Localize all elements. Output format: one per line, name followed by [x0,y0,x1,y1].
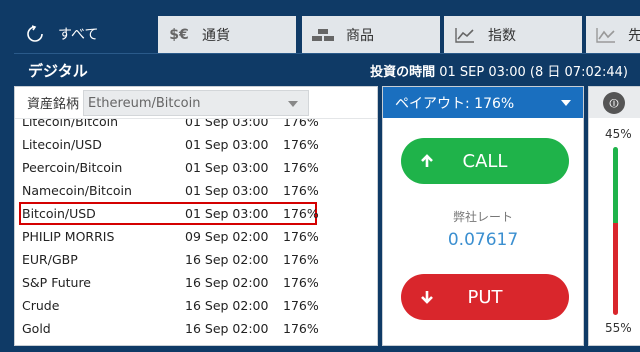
arrow-up-icon [417,153,437,169]
payout-label: ペイアウト: 176% [395,95,515,112]
asset-row[interactable]: Litecoin/Bitcoin 01 Sep 03:00 176% [15,118,377,133]
asset-select[interactable]: Ethereum/Bitcoin [83,90,309,116]
tab-currency[interactable]: $€ 通貨 [158,16,296,53]
call-button[interactable]: CALL [401,138,569,184]
asset-row[interactable]: PHILIP MORRIS 09 Sep 02:00 176% [15,225,377,248]
asset-payout: 176% [283,298,319,313]
asset-name: PHILIP MORRIS [22,229,115,244]
asset-row[interactable]: Peercoin/Bitcoin 01 Sep 03:00 176% [15,156,377,179]
put-button[interactable]: PUT [401,274,569,320]
server-time-value: 01 SEP 03:00 (8 日 07:02:44) [439,64,628,80]
payout-select[interactable]: ペイアウト: 176% [383,87,583,118]
currency-icon: $€ [169,26,189,43]
rate-label: 弊社レート [452,210,513,224]
asset-payout: 176% [283,183,319,198]
refresh-icon [24,24,46,43]
tab-commodities[interactable]: 商品 [302,16,440,53]
asset-name: Bitcoin/USD [22,206,96,221]
asset-name: Litecoin/Bitcoin [22,118,119,129]
asset-list[interactable]: Litecoin/Bitcoin 01 Sep 03:00 176% Litecoin… [15,118,377,345]
mode-header: デジタル 投資の時間 01 SEP 03:00 (8 日 07:02:44) [14,53,640,86]
asset-time: 16 Sep 02:00 [185,321,269,336]
trader-choice-icon[interactable]: ⏼ [603,92,625,114]
call-percentage: 45% [605,127,632,141]
arrow-down-icon [417,289,437,305]
asset-name: EUR/GBP [22,252,78,267]
tab-indices[interactable]: 指数 [444,16,582,53]
asset-time: 01 Sep 03:00 [185,160,269,175]
asset-time: 16 Sep 02:00 [185,298,269,313]
asset-row[interactable]: S&P Future 16 Sep 02:00 176% [15,271,377,294]
tab-futures-label: 先 [628,27,640,44]
asset-row[interactable]: Litecoin/USD 01 Sep 03:00 176% [15,133,377,156]
asset-name: Peercoin/Bitcoin [22,160,123,175]
server-time: 投資の時間 01 SEP 03:00 (8 日 07:02:44) [370,61,628,80]
tab-futures[interactable]: 先 [586,16,640,53]
put-fill [613,222,618,315]
tab-indices-label: 指数 [488,27,516,44]
tab-all[interactable]: すべて [14,14,154,53]
asset-row[interactable]: Crude 16 Sep 02:00 176% [15,294,377,317]
server-time-label: 投資の時間 [370,64,436,80]
asset-time: 09 Sep 02:00 [185,229,269,244]
asset-payout: 176% [283,206,319,221]
tab-commodities-label: 商品 [346,27,374,44]
commodity-icon [312,28,334,42]
asset-name: Litecoin/USD [22,137,102,152]
index-chart-icon [454,27,476,43]
futures-chart-icon [596,27,616,43]
asset-time: 16 Sep 02:00 [185,275,269,290]
chevron-down-icon [561,100,571,106]
asset-select-value: Ethereum/Bitcoin [88,95,201,111]
asset-row[interactable]: Namecoin/Bitcoin 01 Sep 03:00 176% [15,179,377,202]
tab-currency-label: 通貨 [202,27,230,44]
asset-payout: 176% [283,252,319,267]
asset-select-row: 資産銘柄 Ethereum/Bitcoin [15,87,377,118]
asset-payout: 176% [283,118,319,129]
category-tabs: すべて $€ 通貨 商品 指数 先 [0,0,640,53]
asset-time: 01 Sep 03:00 [185,206,269,221]
tab-all-label: すべて [58,26,99,43]
asset-row[interactable]: EUR/GBP 16 Sep 02:00 176% [15,248,377,271]
asset-payout: 176% [283,229,319,244]
asset-name: Crude [22,298,60,313]
asset-select-label: 資産銘柄 [27,97,80,112]
asset-time: 01 Sep 03:00 [185,183,269,198]
asset-name: Gold [22,321,51,336]
sentiment-panel: ⏼ 45% 55% [588,86,640,346]
asset-payout: 176% [283,275,319,290]
chevron-down-icon [288,101,298,107]
asset-payout: 176% [283,321,319,336]
trade-panel: ペイアウト: 176% CALL 弊社レート 0.07617 PUT [382,86,584,346]
asset-row[interactable]: Gold 16 Sep 02:00 176% [15,317,377,340]
asset-time: 01 Sep 03:00 [185,137,269,152]
sentiment-bar [613,147,618,315]
mode-title: デジタル [28,61,88,80]
asset-panel: 資産銘柄 Ethereum/Bitcoin Litecoin/Bitcoin 01… [14,86,378,346]
call-fill [613,147,618,223]
sentiment-header: ⏼ [589,87,640,118]
asset-payout: 176% [283,137,319,152]
asset-payout: 176% [283,160,319,175]
rate-value: 0.07617 [447,230,519,250]
asset-row-selected[interactable]: Bitcoin/USD 01 Sep 03:00 176% [19,202,319,225]
asset-time: 01 Sep 03:00 [185,118,269,129]
asset-name: S&P Future [22,275,92,290]
asset-time: 16 Sep 02:00 [185,252,269,267]
asset-name: Namecoin/Bitcoin [22,183,132,198]
put-percentage: 55% [605,321,632,335]
